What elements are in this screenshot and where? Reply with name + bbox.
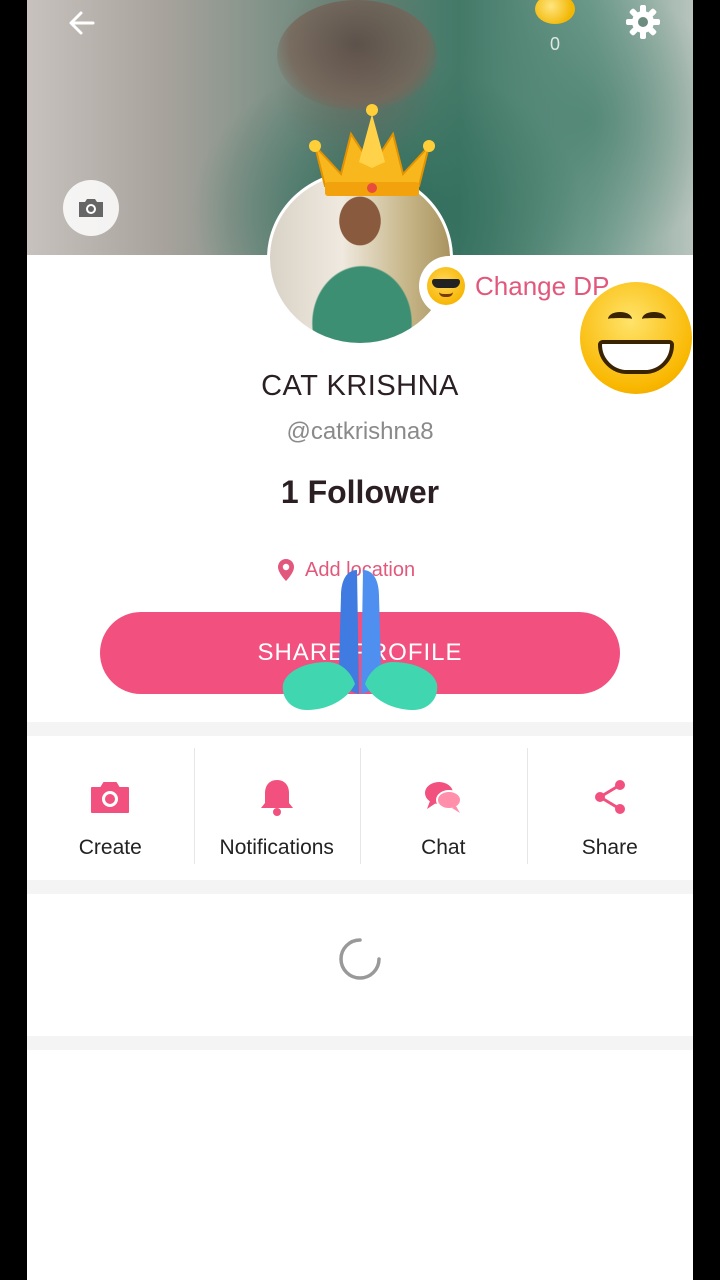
share-icon bbox=[594, 780, 625, 814]
cover-blur bbox=[277, 0, 437, 110]
section-divider bbox=[27, 722, 693, 736]
change-cover-button[interactable] bbox=[63, 180, 119, 236]
camera-icon bbox=[91, 782, 130, 813]
action-label: Notifications bbox=[219, 836, 334, 859]
sunglasses-emoji-icon bbox=[427, 267, 465, 305]
back-arrow-icon bbox=[69, 11, 95, 35]
action-label: Share bbox=[581, 836, 638, 859]
chat-button[interactable]: Chat bbox=[360, 736, 527, 878]
create-button[interactable]: Create bbox=[27, 736, 194, 878]
folded-hands-emoji-icon bbox=[282, 570, 438, 710]
coin-count: 0 bbox=[549, 34, 560, 54]
crown-icon bbox=[309, 104, 435, 196]
notifications-button[interactable]: Notifications bbox=[193, 736, 361, 878]
back-button[interactable] bbox=[63, 4, 101, 42]
gear-icon bbox=[626, 5, 660, 39]
action-label: Chat bbox=[421, 836, 466, 859]
profile-name: CAT KRISHNA bbox=[261, 370, 459, 402]
share-button[interactable]: Share bbox=[526, 736, 694, 878]
chat-icon bbox=[425, 782, 463, 813]
bell-icon bbox=[260, 780, 293, 816]
settings-button[interactable] bbox=[623, 2, 663, 42]
profile-screen: 0 Change DP CAT KRISHNA @catkrishna8 1 F… bbox=[27, 0, 693, 1280]
action-bar: Create Notifications Chat Share bbox=[27, 736, 693, 878]
action-label: Create bbox=[78, 836, 142, 859]
follower-count[interactable]: 1 Follower bbox=[27, 474, 693, 511]
camera-icon bbox=[79, 199, 103, 217]
section-divider bbox=[27, 1036, 693, 1050]
profile-handle: @catkrishna8 bbox=[286, 418, 434, 445]
loading-spinner-icon bbox=[339, 938, 381, 980]
section-divider bbox=[27, 880, 693, 894]
change-dp-label: Change DP bbox=[475, 270, 610, 301]
